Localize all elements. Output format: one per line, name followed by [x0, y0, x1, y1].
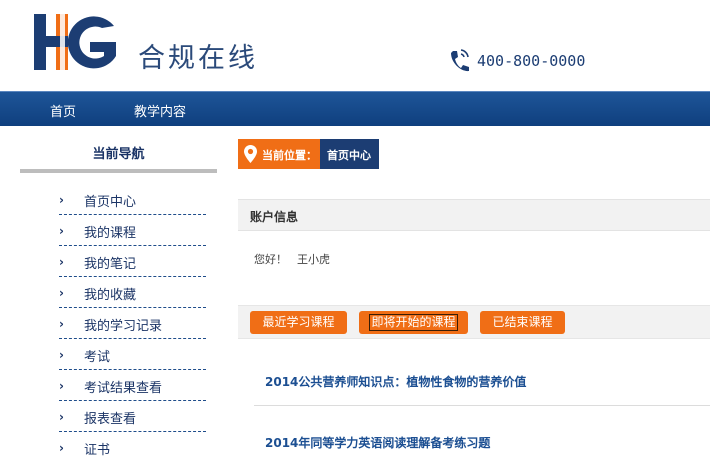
sidebar-item-my-courses[interactable]: › 我的课程 [59, 215, 206, 246]
chevron-right-icon: › [59, 317, 64, 331]
sidebar-item-label: 考试 [84, 350, 111, 365]
chevron-right-icon: › [59, 224, 64, 238]
sidebar-item-label: 我的课程 [84, 226, 137, 241]
tab-ended-courses[interactable]: 已结束课程 [480, 311, 565, 334]
breadcrumb-label: 当前位置： [262, 149, 317, 162]
chevron-right-icon: › [59, 286, 64, 300]
account-info-header: 账户信息 [238, 199, 710, 231]
account-info-title: 账户信息 [250, 210, 299, 224]
nav-home[interactable]: 首页 [50, 101, 76, 120]
sidebar-item-my-favorites[interactable]: › 我的收藏 [59, 277, 206, 308]
breadcrumb-label-box: 当前位置： [238, 139, 320, 169]
sidebar-item-label: 报表查看 [84, 412, 137, 427]
course-link[interactable]: 2014公共营养师知识点：植物性食物的营养价值 [265, 373, 526, 390]
chevron-right-icon: › [59, 410, 64, 424]
sidebar-item-learning-records[interactable]: › 我的学习记录 [59, 308, 206, 339]
breadcrumb-current-box[interactable]: 首页中心 [320, 139, 379, 169]
main-nav: 首页 教学内容 [0, 91, 710, 126]
sidebar-item-home-center[interactable]: › 首页中心 [59, 184, 206, 215]
tab-upcoming-courses[interactable]: 即将开始的课程 [359, 311, 468, 334]
chevron-right-icon: › [59, 255, 64, 269]
greeting: 您好！ 王小虎 [254, 251, 330, 267]
chevron-right-icon: › [59, 379, 64, 393]
course-link[interactable]: 2014年同等学力英语阅读理解备考练习题 [265, 434, 490, 451]
sidebar-item-exam-results[interactable]: › 考试结果查看 [59, 370, 206, 401]
chevron-right-icon: › [59, 193, 64, 207]
user-name: 王小虎 [297, 253, 330, 266]
chevron-right-icon: › [59, 348, 64, 362]
sidebar-item-label: 我的收藏 [84, 288, 137, 303]
sidebar-item-label: 我的学习记录 [84, 319, 163, 334]
sidebar-item-label: 考试结果查看 [84, 381, 163, 396]
tab-upcoming-label: 即将开始的课程 [369, 314, 458, 331]
sidebar-item-label: 我的笔记 [84, 257, 137, 272]
chevron-right-icon: › [59, 441, 64, 455]
breadcrumb-current: 首页中心 [327, 149, 371, 162]
header: 合规在线 400-800-0000 [0, 0, 710, 91]
tab-recent-courses[interactable]: 最近学习课程 [250, 311, 347, 334]
greeting-text: 您好！ [254, 253, 287, 266]
hg-logo[interactable] [34, 12, 120, 72]
nav-teaching-content[interactable]: 教学内容 [134, 101, 186, 120]
site-title: 合规在线 [138, 43, 258, 74]
sidebar-item-label: 证书 [84, 443, 111, 457]
breadcrumb: 当前位置： 首页中心 [238, 139, 379, 169]
sidebar-item-my-notes[interactable]: › 我的笔记 [59, 246, 206, 277]
course-divider [254, 405, 710, 406]
sidebar-divider [20, 169, 217, 173]
phone-number: 400-800-0000 [477, 52, 586, 70]
sidebar-item-label: 首页中心 [84, 195, 137, 210]
sidebar-item-reports[interactable]: › 报表查看 [59, 401, 206, 432]
phone-icon [451, 49, 469, 72]
sidebar-item-certificate[interactable]: › 证书 [59, 432, 206, 457]
location-pin-icon [244, 145, 257, 163]
sidebar-item-exam[interactable]: › 考试 [59, 339, 206, 370]
sidebar-title: 当前导航 [92, 147, 145, 162]
